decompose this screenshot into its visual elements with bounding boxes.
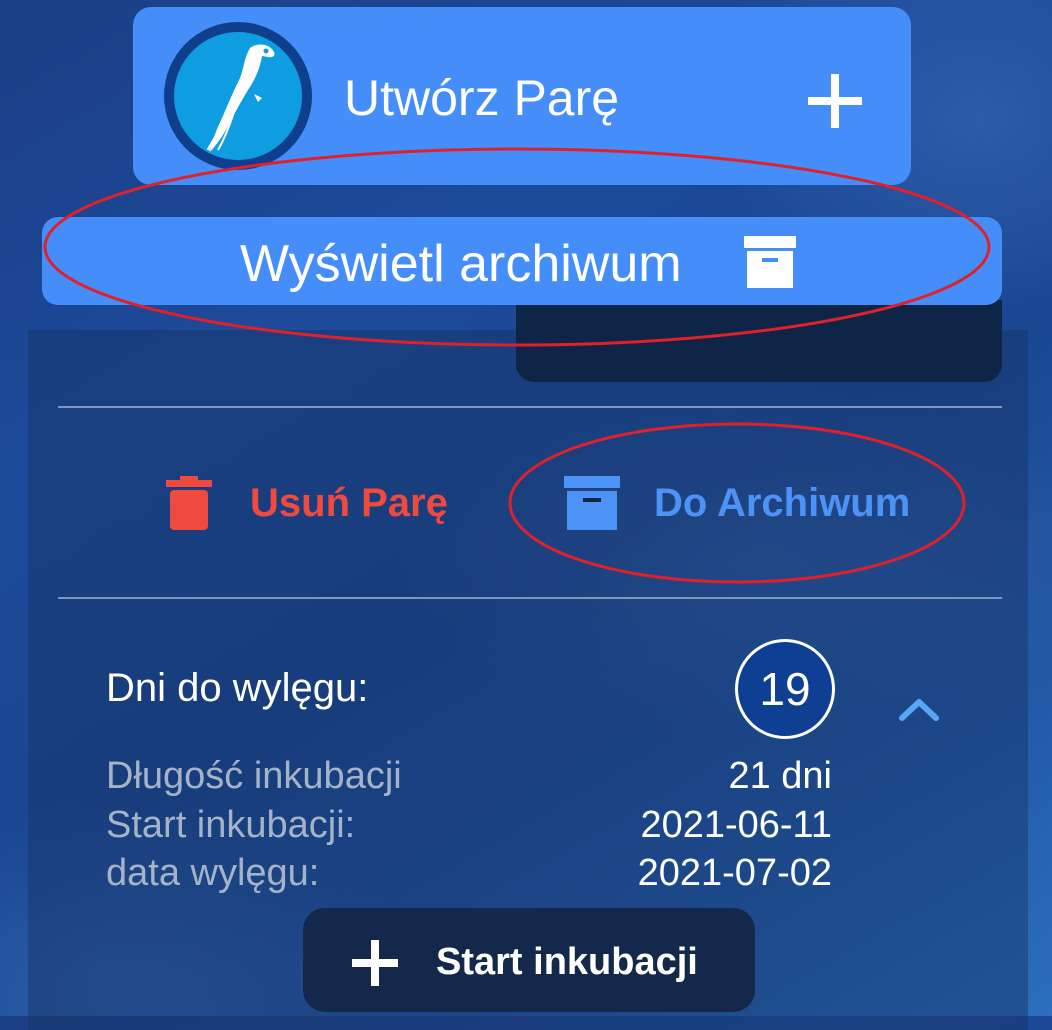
archive-box-icon xyxy=(564,476,620,530)
start-incubation-label: Start inkubacji xyxy=(436,941,698,983)
incubation-start-label: Start inkubacji: xyxy=(106,804,356,846)
plus-icon xyxy=(352,940,398,986)
trash-icon xyxy=(166,476,212,530)
days-to-hatch-badge: 19 xyxy=(735,639,835,739)
delete-pair-button[interactable]: Usuń Parę xyxy=(166,476,448,530)
incubation-start-value: 2021-06-11 xyxy=(640,804,832,846)
hatch-date-value: 2021-07-02 xyxy=(637,852,832,894)
chevron-up-icon[interactable] xyxy=(898,694,940,724)
archive-box-icon xyxy=(744,236,796,288)
incubation-length-value: 21 dni xyxy=(728,755,832,797)
move-to-archive-button[interactable]: Do Archiwum xyxy=(564,476,910,530)
days-to-hatch-label: Dni do wylęgu: xyxy=(106,666,369,710)
hatch-date-label: data wylęgu: xyxy=(106,852,320,894)
move-to-archive-label: Do Archiwum xyxy=(654,481,911,525)
delete-pair-label: Usuń Parę xyxy=(250,481,448,525)
divider-bottom xyxy=(58,597,1002,599)
plus-icon[interactable] xyxy=(806,72,864,130)
view-archive-label: Wyświetl archiwum xyxy=(240,235,682,293)
incubation-length-label: Długość inkubacji xyxy=(106,755,402,797)
collapsed-tab xyxy=(516,300,1002,382)
parrot-icon xyxy=(206,44,275,152)
create-pair-label: Utwórz Parę xyxy=(344,70,620,126)
divider-top xyxy=(58,406,1002,408)
pair-avatar xyxy=(164,22,312,170)
